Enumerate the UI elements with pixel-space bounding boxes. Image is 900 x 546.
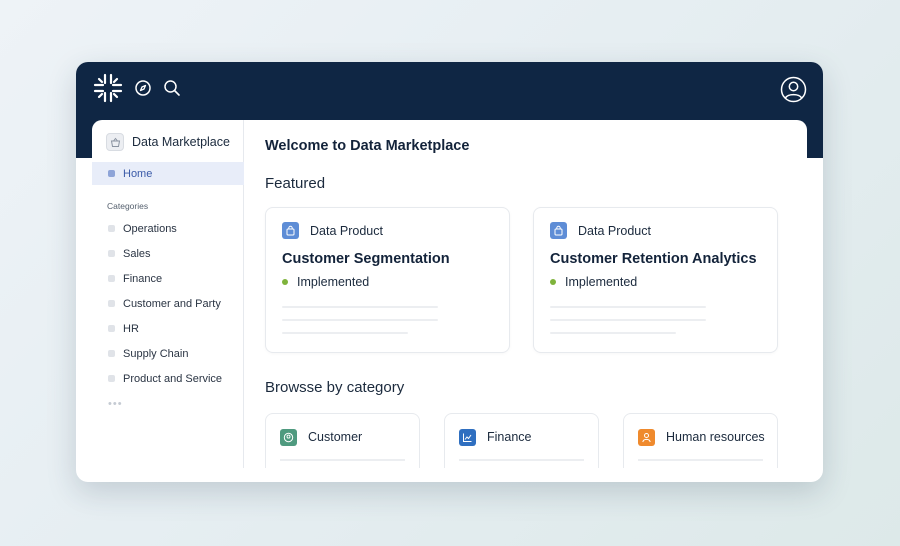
featured-heading: Featured (265, 175, 326, 192)
category-bullet-icon (108, 300, 115, 307)
placeholder-line (280, 459, 405, 461)
shopping-bag-icon (282, 222, 299, 239)
product-type-label: Data Product (310, 223, 383, 238)
sidebar-item-label: Home (123, 167, 153, 180)
category-card-customer[interactable]: Customer (265, 413, 420, 468)
app-window: Data Marketplace Home Categories Operati… (76, 62, 823, 482)
main-content: Welcome to Data Marketplace Featured Dat… (245, 120, 807, 468)
placeholder-line (550, 306, 706, 308)
basket-icon (106, 133, 124, 151)
page-title: Welcome to Data Marketplace (265, 138, 470, 154)
category-bullet-icon (108, 325, 115, 332)
sidebar-item-hr[interactable]: HR (108, 316, 222, 341)
product-type: Data Product (550, 222, 651, 239)
app-title: Data Marketplace (132, 135, 230, 149)
sidebar-item-label: Operations (123, 222, 177, 235)
sidebar-item-label: HR (123, 322, 139, 335)
sidebar-item-label: Supply Chain (123, 347, 189, 360)
card-title: Customer Retention Analytics (550, 251, 757, 267)
status-dot-icon (282, 279, 288, 285)
browse-heading: Browsse by category (265, 379, 405, 396)
sidebar: Data Marketplace Home Categories Operati… (92, 120, 244, 468)
search-icon[interactable] (163, 79, 181, 97)
asterisk-logo-icon[interactable] (93, 73, 123, 103)
product-type-label: Data Product (578, 223, 651, 238)
category-card-finance[interactable]: Finance (444, 413, 599, 468)
sidebar-item-label: Sales (123, 247, 151, 260)
category-card-label: Finance (487, 430, 532, 444)
content-panel: Data Marketplace Home Categories Operati… (92, 120, 807, 468)
person-icon (638, 429, 655, 446)
status-badge: Implemented (550, 275, 637, 289)
featured-card[interactable]: Data Product Customer Retention Analytic… (533, 207, 778, 353)
product-type: Data Product (282, 222, 383, 239)
shopping-bag-icon (550, 222, 567, 239)
category-list: Operations Sales Finance Customer and Pa… (108, 216, 222, 391)
sidebar-item-operations[interactable]: Operations (108, 216, 222, 241)
sidebar-item-product-and-service[interactable]: Product and Service (108, 366, 222, 391)
category-card-label: Human resources (666, 430, 765, 444)
sidebar-item-label: Finance (123, 272, 163, 285)
card-title: Customer Segmentation (282, 251, 450, 267)
compass-icon[interactable] (134, 79, 152, 97)
placeholder-line (282, 306, 438, 308)
category-bullet-icon (108, 225, 115, 232)
more-categories-button[interactable]: ••• (108, 398, 123, 410)
category-card-label: Customer (308, 430, 363, 444)
category-bullet-icon (108, 375, 115, 382)
sidebar-item-supply-chain[interactable]: Supply Chain (108, 341, 222, 366)
sidebar-item-customer-and-party[interactable]: Customer and Party (108, 291, 222, 316)
placeholder-line (282, 319, 438, 321)
category-bullet-icon (108, 250, 115, 257)
placeholder-line (550, 319, 706, 321)
featured-card[interactable]: Data Product Customer Segmentation Imple… (265, 207, 510, 353)
placeholder-line (638, 459, 763, 461)
sidebar-item-home[interactable]: Home (92, 162, 244, 185)
sidebar-item-label: Customer and Party (123, 297, 221, 310)
status-badge: Implemented (282, 275, 369, 289)
sidebar-brand[interactable]: Data Marketplace (106, 132, 230, 152)
sidebar-item-label: Product and Service (123, 372, 223, 385)
category-bullet-icon (108, 350, 115, 357)
status-label: Implemented (297, 275, 370, 289)
home-icon (108, 170, 115, 177)
sidebar-item-sales[interactable]: Sales (108, 241, 222, 266)
user-circle-icon[interactable] (780, 76, 807, 103)
placeholder-line (550, 332, 676, 334)
placeholder-line (459, 459, 584, 461)
customer-icon (280, 429, 297, 446)
categories-heading: Categories (107, 201, 149, 211)
sidebar-item-finance[interactable]: Finance (108, 266, 222, 291)
status-dot-icon (550, 279, 556, 285)
category-card-human-resources[interactable]: Human resources (623, 413, 778, 468)
category-bullet-icon (108, 275, 115, 282)
status-label: Implemented (565, 275, 638, 289)
placeholder-line (282, 332, 408, 334)
finance-chart-icon (459, 429, 476, 446)
